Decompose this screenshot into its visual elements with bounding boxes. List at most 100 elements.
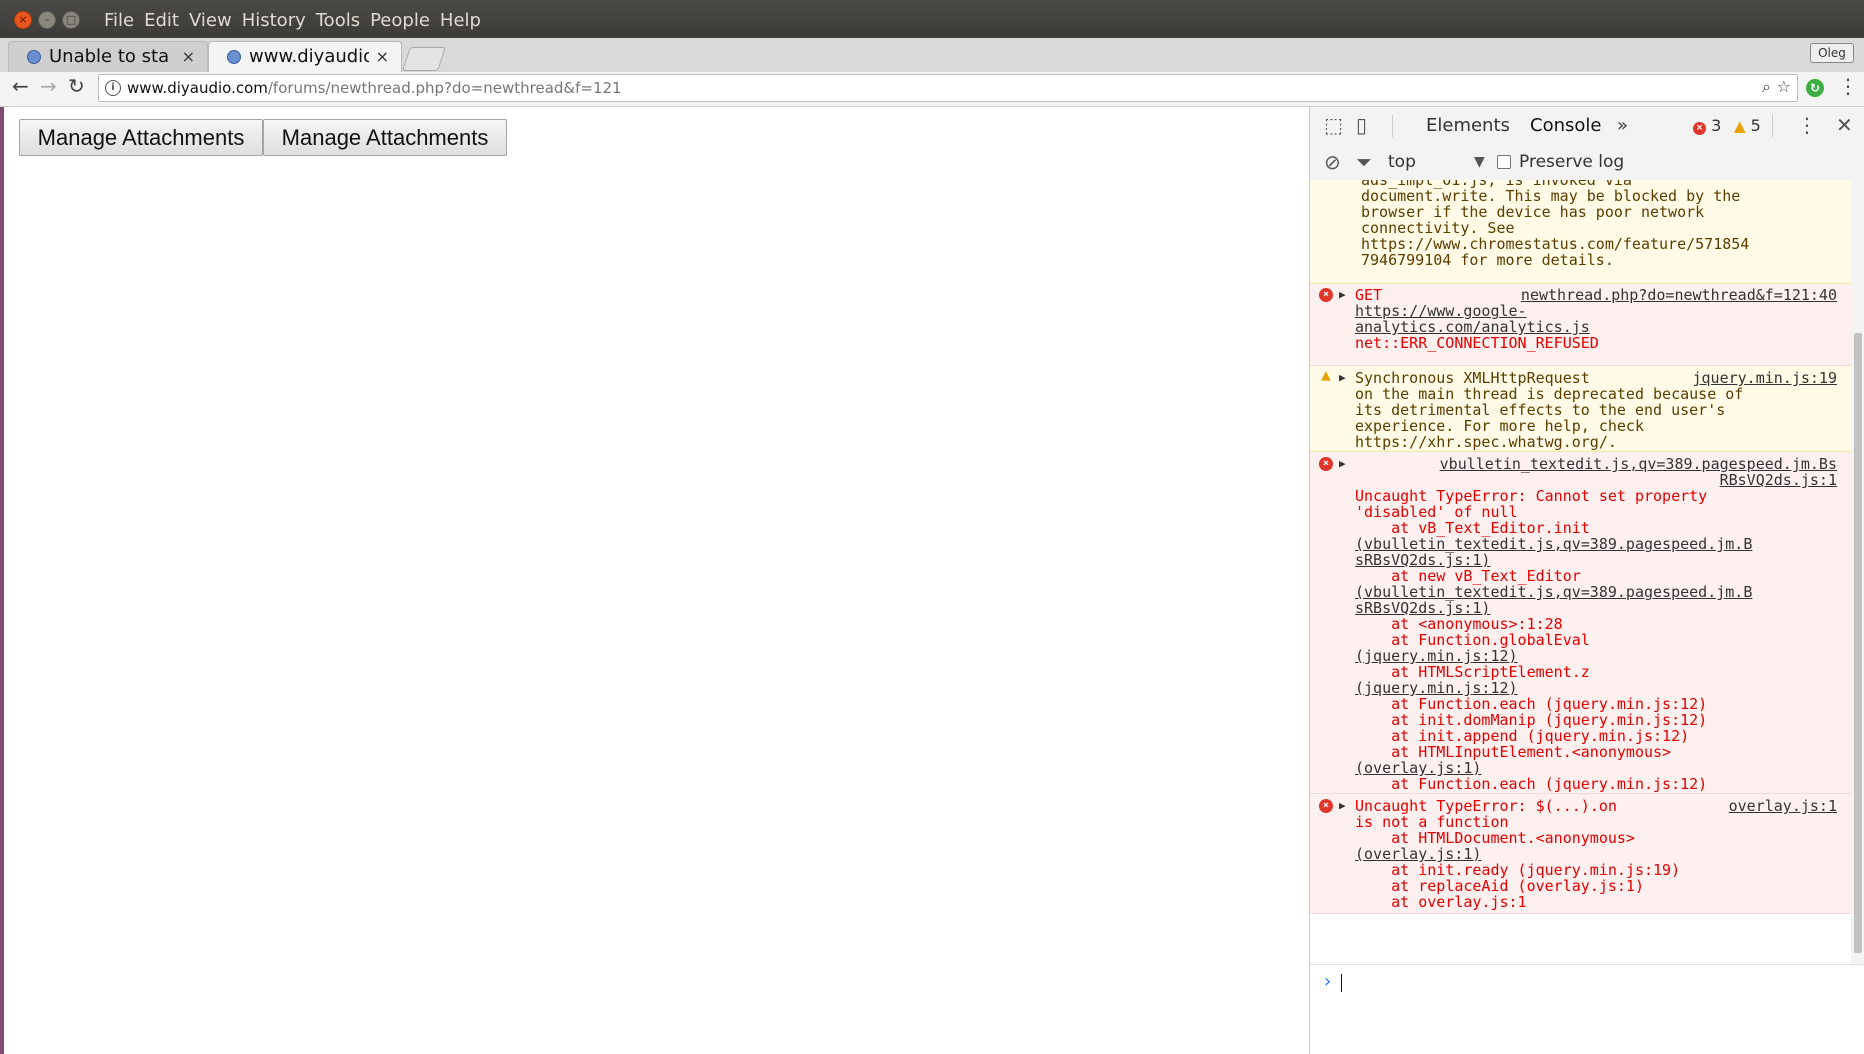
window-titlebar: × – □ File Edit View History Tools Peopl… xyxy=(0,0,1864,38)
console-scrollbar[interactable] xyxy=(1851,180,1864,964)
console-messages: ads_impl_01.js, is invoked via document.… xyxy=(1310,180,1851,964)
message-line: 7946799104 for more details. xyxy=(1361,251,1614,269)
error-icon: × xyxy=(1319,457,1333,471)
message-line: its detrimental effects to the end user'… xyxy=(1355,401,1726,419)
stack-frame: at overlay.js:1 xyxy=(1355,893,1527,911)
manage-attachments-button[interactable]: Manage Attachments xyxy=(263,119,507,156)
window-maximize-button[interactable]: □ xyxy=(62,11,80,29)
menu-history[interactable]: History xyxy=(242,0,314,38)
stack-frame: at Function.globalEval xyxy=(1355,631,1590,649)
stack-frame: at HTMLScriptElement.z xyxy=(1355,663,1590,681)
tab-elements[interactable]: Elements xyxy=(1426,107,1510,144)
stack-link[interactable]: sRBsVQ2ds.js:1) xyxy=(1355,600,1490,616)
message-head: Synchronous XMLHttpRequest xyxy=(1355,369,1590,387)
message-source-link[interactable]: newthread.php?do=newthread&f=121:40 xyxy=(1521,287,1837,303)
menu-view[interactable]: View xyxy=(189,0,240,38)
stack-link[interactable]: (jquery.min.js:12) xyxy=(1355,680,1518,696)
stack-frame: at init.append (jquery.min.js:12) xyxy=(1355,727,1690,745)
menu-kebab-icon[interactable]: ⋮ xyxy=(1838,74,1858,98)
stack-link[interactable]: sRBsVQ2ds.js:1) xyxy=(1355,552,1490,568)
message-line: experience. For more help, check xyxy=(1355,417,1644,435)
close-devtools-icon[interactable]: ✕ xyxy=(1836,113,1853,137)
error-icon: × xyxy=(1693,122,1706,135)
bookmark-star-icon[interactable]: ☆ xyxy=(1777,77,1791,96)
message-line: document.write. This may be blocked by t… xyxy=(1361,187,1741,205)
menu-edit[interactable]: Edit xyxy=(144,0,187,38)
filter-icon[interactable]: ⏷ xyxy=(1356,150,1372,174)
devtools-menu-icon[interactable]: ⋮ xyxy=(1797,113,1817,137)
tab-diyaudio[interactable]: www.diyaudio.c × xyxy=(208,41,402,72)
message-link[interactable]: analytics.com/analytics.js xyxy=(1355,319,1590,335)
message-source-link[interactable]: overlay.js:1 xyxy=(1729,798,1837,814)
message-link[interactable]: https://www.google- xyxy=(1355,303,1527,319)
window-edge xyxy=(0,107,4,1054)
back-arrow-icon[interactable]: ← xyxy=(12,74,29,98)
tab-unable-to-start[interactable]: Unable to start r × xyxy=(8,41,208,72)
stack-link[interactable]: (jquery.min.js:12) xyxy=(1355,648,1518,664)
more-tabs-button[interactable]: » xyxy=(1617,107,1628,144)
warning-count-value: 5 xyxy=(1750,116,1761,135)
tab-title: Unable to start r xyxy=(49,46,169,67)
console-message-warning: ads_impl_01.js, is invoked via document.… xyxy=(1310,180,1851,284)
zoom-icon[interactable]: ⌕ xyxy=(1762,77,1771,97)
stack-link[interactable]: (vbulletin_textedit.js,qv=389.pagespeed.… xyxy=(1355,584,1752,600)
message-source-link[interactable]: vbulletin_textedit.js,qv=389.pagespeed.j… xyxy=(1440,456,1837,472)
stack-link[interactable]: (overlay.js:1) xyxy=(1355,760,1481,776)
extension-icon[interactable]: ↻ xyxy=(1806,79,1824,97)
browser-toolbar: ← → ↻ i www.diyaudio.com/forums/newthrea… xyxy=(0,72,1864,107)
profile-button[interactable]: Oleg xyxy=(1810,43,1854,63)
expand-triangle-icon[interactable]: ▶ xyxy=(1339,456,1346,472)
reload-icon[interactable]: ↻ xyxy=(68,74,85,98)
message-source-link[interactable]: RBsVQ2ds.js:1 xyxy=(1720,472,1837,488)
stack-frame: at Function.each (jquery.min.js:12) xyxy=(1355,695,1708,713)
chevron-down-icon[interactable]: ▼ xyxy=(1474,144,1485,181)
console-filter-bar: ⊘ ⏷ top ▼ Preserve log xyxy=(1310,144,1864,181)
menu-people[interactable]: People xyxy=(370,0,438,38)
message-line: https://www.chromestatus.com/feature/571… xyxy=(1361,235,1750,253)
stack-frame: at <anonymous>:1:28 xyxy=(1355,615,1563,633)
forward-arrow-icon[interactable]: → xyxy=(40,74,57,98)
tab-console[interactable]: Console xyxy=(1525,107,1607,146)
preserve-log-checkbox[interactable] xyxy=(1497,155,1511,169)
expand-triangle-icon[interactable]: ▶ xyxy=(1339,287,1346,303)
window-minimize-button[interactable]: – xyxy=(38,11,56,29)
menu-help[interactable]: Help xyxy=(440,0,489,38)
toolbar-divider xyxy=(1392,115,1393,137)
window-close-button[interactable]: × xyxy=(14,11,32,29)
console-message-error: × ▶ GET newthread.php?do=newthread&f=121… xyxy=(1310,284,1851,366)
expand-triangle-icon[interactable]: ▶ xyxy=(1339,798,1346,814)
warning-count[interactable]: ▲ 5 xyxy=(1734,107,1761,145)
stack-link[interactable]: (overlay.js:1) xyxy=(1355,846,1481,862)
console-prompt[interactable]: › xyxy=(1310,964,1864,1001)
message-head: Uncaught TypeError: $(...).on xyxy=(1355,797,1617,815)
error-count[interactable]: × 3 xyxy=(1693,107,1721,145)
site-info-icon[interactable]: i xyxy=(105,80,121,96)
menu-bar: File Edit View History Tools People Help xyxy=(104,0,491,38)
expand-triangle-icon[interactable]: ▶ xyxy=(1339,370,1346,386)
tab-close-icon[interactable]: × xyxy=(376,42,389,72)
text-cursor xyxy=(1341,974,1342,992)
clear-console-icon[interactable]: ⊘ xyxy=(1324,150,1341,174)
device-toolbar-icon[interactable]: ▯ xyxy=(1356,113,1367,137)
warning-icon: ▲ xyxy=(1734,117,1746,135)
scrollbar-thumb[interactable] xyxy=(1854,333,1862,953)
stack-frame: at init.domManip (jquery.min.js:12) xyxy=(1355,711,1708,729)
message-head: GET xyxy=(1355,286,1383,304)
stack-frame: at HTMLInputElement.<anonymous> xyxy=(1355,743,1672,761)
menu-file[interactable]: File xyxy=(104,0,142,38)
manage-attachments-button[interactable]: Manage Attachments xyxy=(19,119,263,156)
console-message-error: × ▶ vbulletin_textedit.js,qv=389.pagespe… xyxy=(1310,452,1851,794)
message-source-link[interactable]: jquery.min.js:19 xyxy=(1693,370,1838,386)
message-line: https://xhr.spec.whatwg.org/. xyxy=(1355,433,1617,451)
devtools-panel: ⬚ ▯ Elements Console » × 3 ▲ 5 ⋮ ✕ ⊘ ⏷ t… xyxy=(1309,107,1864,1054)
tab-close-icon[interactable]: × xyxy=(182,42,195,72)
address-bar[interactable]: i www.diyaudio.com/forums/newthread.php?… xyxy=(98,74,1798,102)
stack-link[interactable]: (vbulletin_textedit.js,qv=389.pagespeed.… xyxy=(1355,536,1752,552)
menu-tools[interactable]: Tools xyxy=(316,0,368,38)
inspect-element-icon[interactable]: ⬚ xyxy=(1324,113,1343,137)
url-host: www.diyaudio.com xyxy=(127,79,268,97)
new-tab-button[interactable] xyxy=(402,47,446,71)
stack-frame: at init.ready (jquery.min.js:19) xyxy=(1355,861,1681,879)
message-line: on the main thread is deprecated because… xyxy=(1355,385,1744,403)
context-selector[interactable]: top xyxy=(1388,144,1416,181)
